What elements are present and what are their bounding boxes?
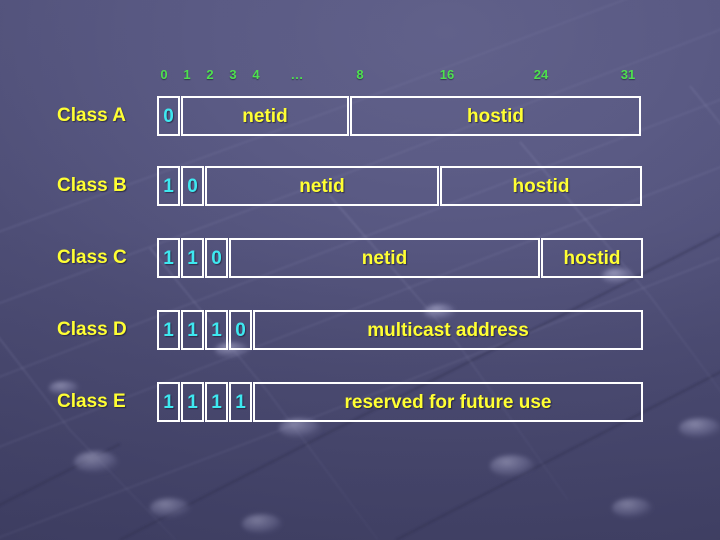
- leading-bit-value: 1: [211, 319, 222, 341]
- leading-bit-value: 0: [235, 319, 246, 341]
- bit-tick-1: 1: [183, 67, 191, 82]
- address-field-label: hostid: [467, 105, 524, 127]
- leading-bit-cell: 1: [181, 238, 204, 278]
- class-row: Class C 1 1 0 netid hostid: [0, 238, 720, 278]
- leading-bit-value: 1: [163, 175, 174, 197]
- leading-bit-value: 1: [187, 319, 198, 341]
- leading-bit-value: 0: [163, 105, 174, 127]
- address-field-label: reserved for future use: [344, 391, 552, 413]
- leading-bit-value: 1: [163, 319, 174, 341]
- leading-bit-cell: 1: [181, 310, 204, 350]
- leading-bit-value: 1: [211, 391, 222, 413]
- class-row-label: Class B: [57, 175, 127, 196]
- address-format-bar: 1 1 1 0 multicast address: [157, 310, 643, 350]
- address-field-label: hostid: [512, 175, 570, 197]
- address-field-label: netid: [361, 247, 408, 269]
- leading-bit-cell: 1: [157, 166, 180, 206]
- bit-tick-24: 24: [533, 67, 549, 82]
- leading-bit-cell: 0: [205, 238, 228, 278]
- address-field-cell: netid: [181, 96, 349, 136]
- address-field-cell: netid: [229, 238, 540, 278]
- address-format-bar: 0 netid hostid: [157, 96, 641, 136]
- leading-bit-value: 0: [211, 247, 222, 269]
- address-field-label: multicast address: [367, 319, 529, 341]
- class-row: Class A 0 netid hostid: [0, 96, 720, 136]
- leading-bit-cell: 1: [205, 382, 228, 422]
- address-field-cell: hostid: [440, 166, 642, 206]
- slide-canvas: 0 1 2 3 4… 8 16 24 31 Class A 0 netid hostid Class B…: [0, 0, 720, 540]
- class-row-label: Class E: [57, 391, 126, 412]
- address-field-label: netid: [242, 105, 288, 127]
- leading-bit-cell: 1: [157, 310, 180, 350]
- class-row-label: Class C: [57, 247, 127, 268]
- leading-bit-cell: 1: [181, 382, 204, 422]
- bit-tick-2: 2: [206, 67, 214, 82]
- leading-bit-value: 0: [187, 175, 198, 197]
- leading-bit-value: 1: [187, 247, 198, 269]
- class-row: Class D 1 1 1 0 multicast address: [0, 310, 720, 350]
- address-field-cell: multicast address: [253, 310, 643, 350]
- leading-bit-cell: 0: [181, 166, 204, 206]
- leading-bit-cell: 1: [205, 310, 228, 350]
- leading-bit-value: 1: [187, 391, 198, 413]
- leading-bit-cell: 1: [229, 382, 252, 422]
- bit-tick-0: 0: [160, 67, 168, 82]
- leading-bit-value: 1: [163, 391, 174, 413]
- address-field-cell: hostid: [350, 96, 641, 136]
- leading-bit-value: 1: [163, 247, 174, 269]
- leading-bit-value: 1: [235, 391, 246, 413]
- class-row-label: Class D: [57, 319, 127, 340]
- bit-tick-8: 8: [356, 67, 364, 82]
- class-row-label: Class A: [57, 105, 126, 126]
- bit-tick-31: 31: [620, 67, 636, 82]
- address-field-cell: netid: [205, 166, 439, 206]
- address-field-cell: hostid: [541, 238, 643, 278]
- bit-tick-16: 16: [439, 67, 455, 82]
- leading-bit-cell: 1: [157, 238, 180, 278]
- bit-tick-3: 3: [229, 67, 237, 82]
- leading-bit-cell: 1: [157, 382, 180, 422]
- class-row: Class B 1 0 netid hostid: [0, 166, 720, 206]
- bit-tick-ellipsis: …: [290, 67, 304, 82]
- leading-bit-cell: 0: [229, 310, 252, 350]
- leading-bit-cell: 0: [157, 96, 180, 136]
- address-format-bar: 1 0 netid hostid: [157, 166, 642, 206]
- address-field-label: netid: [299, 175, 345, 197]
- class-row: Class E 1 1 1 1 reserved for future use: [0, 382, 720, 422]
- bit-tick-4: 4: [252, 67, 260, 82]
- address-format-bar: 1 1 0 netid hostid: [157, 238, 643, 278]
- address-format-bar: 1 1 1 1 reserved for future use: [157, 382, 643, 422]
- address-field-cell: reserved for future use: [253, 382, 643, 422]
- address-field-label: hostid: [563, 247, 621, 269]
